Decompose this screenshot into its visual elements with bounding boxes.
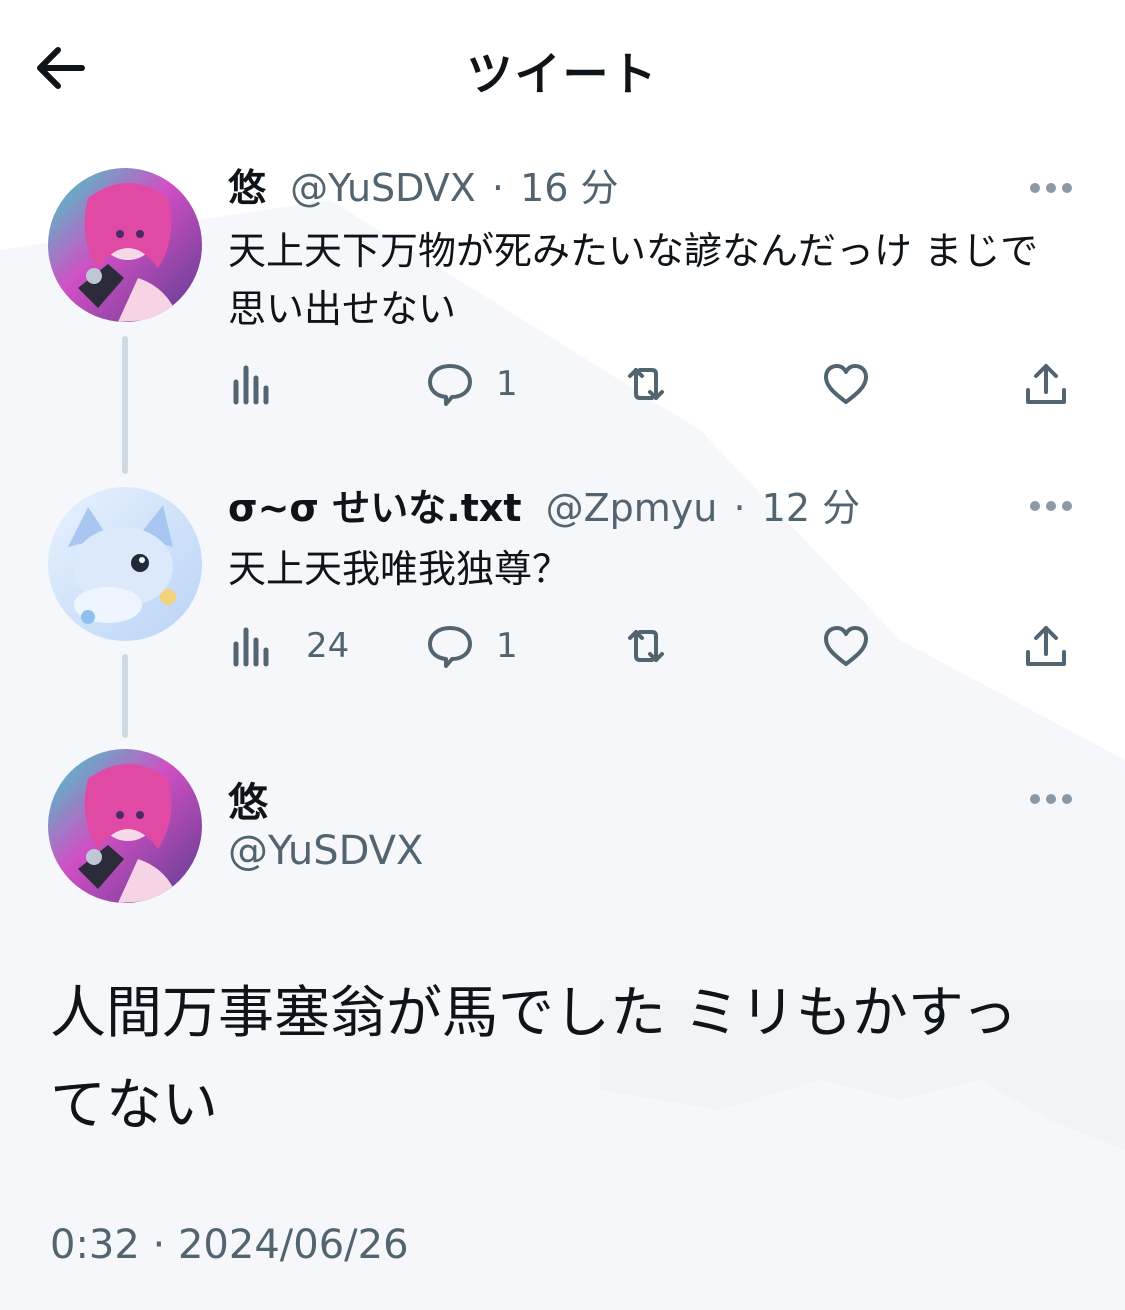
reply-icon (428, 364, 472, 406)
like-button[interactable] (822, 354, 870, 414)
display-name[interactable]: σ~σ せいな.txt (228, 486, 522, 530)
display-name[interactable]: 悠 (228, 166, 266, 210)
thread-connector (122, 654, 128, 738)
action-bar: 24 1 (228, 616, 1088, 676)
more-icon[interactable] (1029, 182, 1073, 194)
reply-button[interactable]: 1 (426, 354, 518, 414)
tweet-text: 天上天下万物が死みたいな諺なんだっけ まじで思い出せない (228, 229, 1039, 331)
reply-count: 1 (496, 626, 518, 666)
share-button[interactable] (1022, 354, 1070, 414)
retweet-button[interactable] (622, 354, 670, 414)
reply-button[interactable]: 1 (426, 616, 518, 676)
views-button[interactable]: 24 (228, 616, 349, 676)
separator-dot: · (491, 166, 504, 210)
reply-icon (428, 626, 472, 668)
user-handle[interactable]: @YuSDVX (228, 828, 423, 874)
reply-count: 1 (496, 364, 518, 404)
thread-connector (122, 336, 128, 474)
tweet-meta: σ~σ せいな.txt @Zpmyu · 12 分 (228, 484, 860, 532)
share-icon (1026, 626, 1066, 666)
like-icon (824, 364, 868, 404)
views-icon (233, 627, 269, 667)
display-name[interactable]: 悠 (228, 770, 268, 828)
avatar[interactable] (48, 487, 202, 641)
like-button[interactable] (822, 616, 870, 676)
avatar[interactable] (48, 168, 202, 322)
action-bar: 1 (228, 354, 1088, 414)
more-icon[interactable] (1029, 500, 1073, 512)
like-icon (824, 626, 868, 666)
more-icon[interactable] (1029, 793, 1073, 805)
share-icon (1026, 364, 1066, 404)
views-count: 24 (306, 626, 350, 666)
user-handle[interactable]: @YuSDVX (290, 166, 476, 210)
retweet-button[interactable] (622, 616, 670, 676)
tweet-time[interactable]: 16 分 (520, 166, 618, 210)
tweet-meta: 悠 @YuSDVX · 16 分 (228, 164, 619, 212)
thread-tweet[interactable]: σ~σ せいな.txt @Zpmyu · 12 分 天上天我唯我独尊？ 24 1 (0, 470, 1125, 740)
tweet-time[interactable]: 12 分 (762, 486, 860, 530)
thread-tweet[interactable]: 悠 @YuSDVX · 16 分 天上天下万物が死みたいな諺なんだっけ まじで思… (0, 0, 1125, 470)
views-icon (233, 365, 269, 405)
views-button[interactable] (228, 354, 298, 414)
user-handle[interactable]: @Zpmyu (546, 486, 718, 530)
tweet-text: 天上天我唯我独尊？ (228, 547, 571, 591)
tweet-timestamp[interactable]: 0:32 · 2024/06/26 (50, 1222, 409, 1268)
separator-dot: · (733, 486, 746, 530)
share-button[interactable] (1022, 616, 1070, 676)
avatar[interactable] (48, 749, 202, 903)
retweet-icon (628, 368, 664, 400)
retweet-icon (628, 630, 664, 662)
